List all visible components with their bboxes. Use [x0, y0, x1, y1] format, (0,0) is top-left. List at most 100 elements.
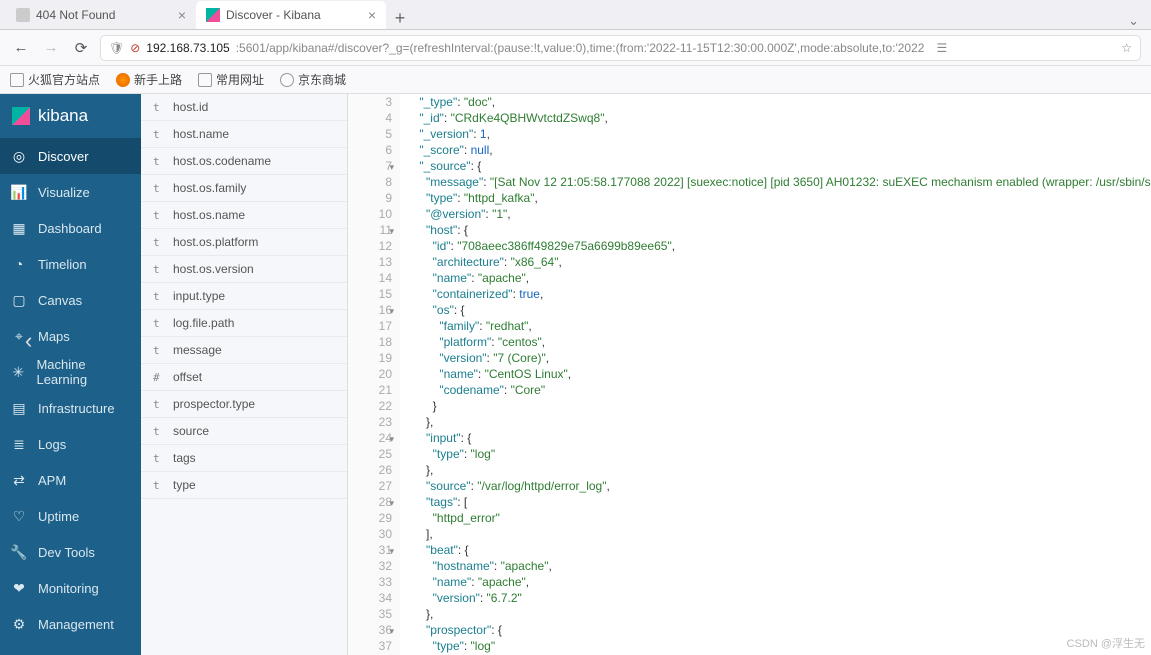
nav-icon: ⚙	[10, 615, 28, 633]
nav-icon: ▦	[10, 219, 28, 237]
sidebar-item-machine-learning[interactable]: ✳Machine Learning	[0, 354, 141, 390]
sidebar-item-dashboard[interactable]: ▦ Dashboard	[0, 210, 141, 246]
bookmark-item[interactable]: 常用网址	[198, 71, 264, 88]
browser-nav-bar: ← → ⟳ 🛡 ⊘ 192.168.73.105:5601/app/kibana…	[0, 30, 1151, 66]
nav-icon: ◔	[10, 255, 28, 273]
field-row[interactable]: tinput.type	[141, 283, 347, 310]
field-row[interactable]: tprospector.type	[141, 391, 347, 418]
bookmarks-bar: 火狐官方站点 新手上路 常用网址 京东商城	[0, 66, 1151, 94]
field-row[interactable]: t host.os.codename	[141, 148, 347, 175]
field-type-icon: t	[153, 182, 163, 195]
fields-panel: thost.idthost.namethost.os.codenamethost…	[141, 94, 348, 655]
new-tab-button[interactable]: +	[386, 8, 414, 29]
nav-icon: ◎	[10, 147, 28, 165]
browser-tab-404[interactable]: 404 Not Found ×	[6, 1, 196, 29]
url-bar[interactable]: 🛡 ⊘ 192.168.73.105:5601/app/kibana#/disc…	[100, 35, 1141, 61]
sidebar-item-apm[interactable]: ⇄APM	[0, 462, 141, 498]
bookmark-star-icon[interactable]: ☆	[1121, 41, 1132, 55]
field-type-icon: t	[153, 425, 163, 438]
field-name: source	[173, 424, 209, 438]
sidebar-item-uptime[interactable]: ♡Uptime	[0, 498, 141, 534]
bookmark-item[interactable]: 京东商城	[280, 71, 346, 88]
nav-icon: ▢	[10, 291, 28, 309]
sidebar-item-canvas[interactable]: ▢ Canvas	[0, 282, 141, 318]
nav-label: Timelion	[38, 257, 87, 272]
folder-icon	[10, 73, 24, 87]
sidebar-item-logs[interactable]: ≣ Logs	[0, 426, 141, 462]
kibana-logo[interactable]: kibana	[0, 94, 141, 138]
field-type-icon: t	[153, 155, 163, 168]
sidebar-item-dev-tools[interactable]: 🔧Dev Tools	[0, 534, 141, 570]
nav-icon: ✳	[10, 363, 26, 381]
field-name: host.os.version	[173, 262, 254, 276]
forward-button[interactable]: →	[40, 39, 62, 56]
sidebar-item-maps[interactable]: ⌖Maps	[0, 318, 141, 354]
sidebar-item-discover[interactable]: ◎Discover	[0, 138, 141, 174]
nav-icon: ▤	[10, 399, 28, 417]
field-name: host.os.family	[173, 181, 246, 195]
field-name: host.os.platform	[173, 235, 258, 249]
field-row[interactable]: tmessage	[141, 337, 347, 364]
json-source[interactable]: "_type": "doc", "_id": "CRdKe4QBHWvtctdZ…	[400, 94, 1151, 655]
close-icon[interactable]: ×	[178, 7, 186, 23]
field-name: host.name	[173, 127, 229, 141]
lock-icon: ⊘	[130, 41, 140, 55]
sidebar-item-monitoring[interactable]: ❤ Monitoring	[0, 570, 141, 606]
kibana-app: kibana ◎Discover📊Visualize ▦ Dashboard ◔ Tim…	[0, 94, 1151, 655]
nav-label: Maps	[38, 329, 70, 344]
field-type-icon: #	[153, 371, 163, 384]
close-icon[interactable]: ×	[368, 7, 376, 23]
tabs-dropdown-icon[interactable]: ⌄	[1128, 13, 1139, 29]
field-row[interactable]: thost.name	[141, 121, 347, 148]
field-name: type	[173, 478, 196, 492]
nav-label: APM	[38, 473, 66, 488]
nav-label: Canvas	[38, 293, 82, 308]
folder-icon	[198, 73, 212, 87]
field-row[interactable]: #offset	[141, 364, 347, 391]
nav-icon: 🔧	[10, 543, 28, 561]
field-row[interactable]: thost.os.version	[141, 256, 347, 283]
field-name: prospector.type	[173, 397, 255, 411]
field-name: message	[173, 343, 222, 357]
field-row[interactable]: thost.os.name	[141, 202, 347, 229]
sidebar-item-infrastructure[interactable]: ▤Infrastructure	[0, 390, 141, 426]
nav-label: Dashboard	[38, 221, 102, 236]
nav-icon: ❤	[10, 579, 28, 597]
field-type-icon: t	[153, 236, 163, 249]
nav-label: Visualize	[38, 185, 90, 200]
nav-label: Uptime	[38, 509, 79, 524]
globe-icon	[280, 73, 294, 87]
field-row[interactable]: ttags	[141, 445, 347, 472]
field-name: host.os.name	[173, 208, 245, 222]
shield-icon: 🛡	[109, 41, 124, 55]
field-type-icon: t	[153, 452, 163, 465]
nav-label: Management	[38, 617, 114, 632]
back-button[interactable]: ←	[10, 39, 32, 56]
kibana-logo-icon	[12, 107, 30, 125]
field-row[interactable]: tlog.file.path	[141, 310, 347, 337]
browser-tab-bar: 404 Not Found × Discover - Kibana × + ⌄	[0, 0, 1151, 30]
field-row[interactable]: thost.id	[141, 94, 347, 121]
nav-label: Logs	[38, 437, 66, 452]
browser-tab-kibana[interactable]: Discover - Kibana ×	[196, 1, 386, 29]
reload-button[interactable]: ⟳	[70, 39, 92, 57]
document-viewer: 34567▾891011▾1213141516▾1718192021222324…	[348, 94, 1151, 655]
nav-label: Monitoring	[38, 581, 99, 596]
sidebar-item-visualize[interactable]: 📊Visualize	[0, 174, 141, 210]
sidebar-item-timelion[interactable]: ◔ Timelion	[0, 246, 141, 282]
field-row[interactable]: t host.os.platform	[141, 229, 347, 256]
sidebar-collapse-icon[interactable]: ‹	[25, 328, 32, 354]
sidebar-item-management[interactable]: ⚙ Management	[0, 606, 141, 642]
reader-icon[interactable]: ☰	[936, 41, 947, 55]
field-type-icon: t	[153, 290, 163, 303]
bookmark-item[interactable]: 火狐官方站点	[10, 71, 100, 88]
tab-title: Discover - Kibana	[226, 8, 321, 22]
field-row[interactable]: ttype	[141, 472, 347, 499]
firefox-icon	[116, 73, 130, 87]
bookmark-item[interactable]: 新手上路	[116, 71, 182, 88]
favicon-blank-icon	[16, 8, 30, 22]
field-name: host.os.codename	[173, 154, 271, 168]
field-row[interactable]: tsource	[141, 418, 347, 445]
nav-icon: ≣	[10, 435, 28, 453]
field-row[interactable]: t host.os.family	[141, 175, 347, 202]
